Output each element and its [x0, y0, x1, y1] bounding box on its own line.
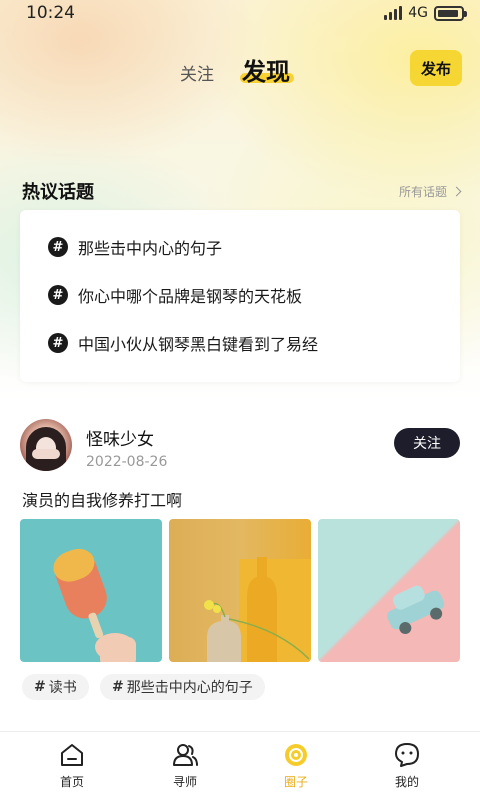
post-image-toy-car[interactable] — [318, 519, 460, 662]
post-tag[interactable]: # 读书 — [22, 674, 89, 700]
topic-item[interactable]: # 中国小伙从钢琴黑白键看到了易经 — [48, 331, 318, 355]
status-bar: 10:24 4G — [0, 0, 480, 26]
follow-button[interactable]: 关注 — [394, 428, 460, 458]
hashtag-icon: # — [48, 285, 68, 305]
tab-follow[interactable]: 关注 — [180, 60, 214, 85]
post-image-vase[interactable] — [169, 519, 311, 662]
bottom-nav: 首页 寻师 圈子 我的 — [0, 731, 480, 800]
nav-label: 首页 — [59, 775, 84, 789]
nav-label: 圈子 — [283, 775, 308, 789]
topic-item[interactable]: # 那些击中内心的句子 — [48, 235, 222, 259]
post-date: 2022-08-26 — [86, 454, 168, 470]
nav-label: 我的 — [394, 775, 419, 789]
post-tag[interactable]: # 那些击中内心的句子 — [100, 674, 265, 700]
publish-button[interactable]: 发布 — [410, 50, 462, 86]
status-indicators: 4G — [384, 5, 467, 21]
topic-label: 中国小伙从钢琴黑白键看到了易经 — [78, 335, 319, 354]
chat-face-icon — [395, 743, 419, 767]
all-topics-label: 所有话题 — [398, 185, 447, 199]
post-image-popsicle[interactable] — [20, 519, 162, 662]
tag-label: 那些击中内心的句子 — [126, 680, 253, 696]
nav-item-home[interactable]: 首页 — [42, 742, 102, 798]
topic-label: 你心中哪个品牌是钢琴的天花板 — [78, 287, 303, 306]
status-time: 10:24 — [26, 3, 75, 23]
top-header: 关注 发现 发布 — [0, 46, 480, 92]
circle-icon — [285, 744, 307, 766]
hashtag-icon: # — [48, 237, 68, 257]
topic-item[interactable]: # 你心中哪个品牌是钢琴的天花板 — [48, 283, 302, 307]
post-text: 演员的自我修养打工啊 — [22, 491, 183, 510]
battery-level — [438, 9, 458, 17]
tag-label: 读书 — [48, 680, 77, 696]
hot-topics-title: 热议话题 — [22, 182, 94, 203]
home-icon — [61, 744, 83, 766]
tab-discover[interactable]: 发现 — [242, 52, 290, 87]
avatar[interactable] — [20, 419, 72, 471]
battery-icon — [434, 5, 467, 21]
nav-item-mine[interactable]: 我的 — [377, 742, 437, 798]
hashtag-icon: # — [34, 679, 46, 695]
hashtag-icon: # — [112, 679, 124, 695]
nav-item-find-teacher[interactable]: 寻师 — [155, 742, 215, 798]
signal-icon — [384, 6, 403, 20]
all-topics-link[interactable]: 所有话题 — [398, 183, 462, 200]
topic-label: 那些击中内心的句子 — [78, 239, 223, 258]
hashtag-icon: # — [48, 333, 68, 353]
network-type: 4G — [408, 5, 428, 21]
nav-item-circle[interactable]: 圈子 — [266, 742, 326, 798]
chevron-right-icon — [451, 186, 462, 197]
hot-topics-card: # 那些击中内心的句子 # 你心中哪个品牌是钢琴的天花板 # 中国小伙从钢琴黑白… — [20, 210, 460, 382]
post-username[interactable]: 怪味少女 — [86, 425, 154, 450]
users-icon — [173, 744, 198, 766]
nav-label: 寻师 — [172, 775, 197, 789]
